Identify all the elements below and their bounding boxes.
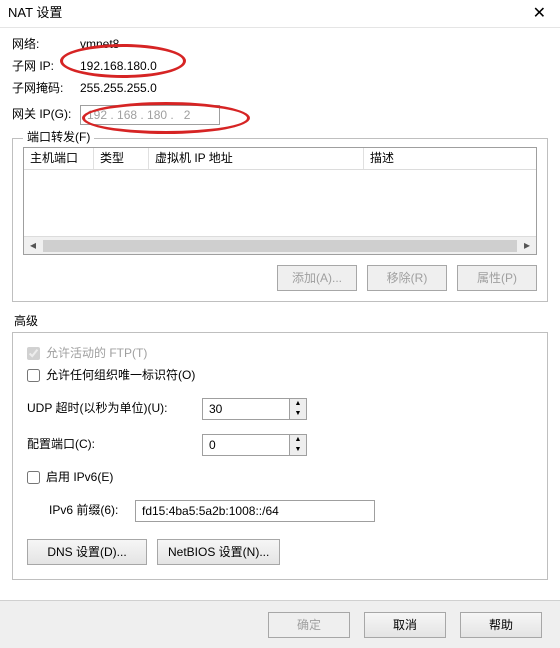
spinner-up-icon[interactable]: ▲ — [290, 435, 306, 445]
enable-ipv6-label: 启用 IPv6(E) — [46, 470, 113, 486]
config-port-input[interactable] — [203, 435, 289, 455]
label-network: 网络: — [12, 37, 80, 53]
value-network: vmnet8 — [80, 37, 119, 53]
netbios-settings-button[interactable]: NetBIOS 设置(N)... — [157, 539, 280, 565]
label-ipv6-prefix: IPv6 前缀(6): — [49, 503, 135, 519]
props-button[interactable]: 属性(P) — [457, 265, 537, 291]
group-advanced: 允许活动的 FTP(T) 允许任何组织唯一标识符(O) UDP 超时(以秒为单位… — [12, 332, 548, 580]
add-button[interactable]: 添加(A)... — [277, 265, 357, 291]
advanced-heading: 高级 — [14, 314, 548, 330]
title-bar: NAT 设置 ✕ — [0, 0, 560, 28]
table-body — [24, 170, 536, 236]
remove-button[interactable]: 移除(R) — [367, 265, 447, 291]
allow-any-oid-label: 允许任何组织唯一标识符(O) — [46, 368, 195, 384]
config-port-spinner[interactable]: ▲ ▼ — [202, 434, 307, 456]
close-icon[interactable]: ✕ — [527, 6, 552, 22]
dns-settings-button[interactable]: DNS 设置(D)... — [27, 539, 147, 565]
advanced-buttons: DNS 设置(D)... NetBIOS 设置(N)... — [27, 539, 533, 565]
table-header: 主机端口 类型 虚拟机 IP 地址 描述 — [24, 148, 536, 170]
table-h-scrollbar[interactable]: ◂ ▸ — [24, 236, 536, 254]
scroll-left-icon[interactable]: ◂ — [24, 238, 42, 254]
port-forward-table[interactable]: 主机端口 类型 虚拟机 IP 地址 描述 ◂ ▸ — [23, 147, 537, 255]
cancel-button[interactable]: 取消 — [364, 612, 446, 638]
row-ipv6-prefix: IPv6 前缀(6): — [49, 497, 533, 525]
col-type[interactable]: 类型 — [94, 148, 149, 169]
scroll-right-icon[interactable]: ▸ — [518, 238, 536, 254]
row-subnet-mask: 子网掩码: 255.255.255.0 — [12, 78, 548, 100]
allow-active-ftp-checkbox[interactable] — [27, 347, 40, 360]
col-desc[interactable]: 描述 — [364, 148, 536, 169]
col-host-port[interactable]: 主机端口 — [24, 148, 94, 169]
label-config-port: 配置端口(C): — [27, 437, 202, 453]
row-config-port: 配置端口(C): ▲ ▼ — [27, 431, 533, 459]
udp-timeout-input[interactable] — [203, 399, 289, 419]
help-button[interactable]: 帮助 — [460, 612, 542, 638]
spinner-up-icon[interactable]: ▲ — [290, 399, 306, 409]
udp-timeout-spinner[interactable]: ▲ ▼ — [202, 398, 307, 420]
checkbox-allow-any-oid[interactable]: 允许任何组织唯一标识符(O) — [27, 365, 533, 387]
col-vm-ip[interactable]: 虚拟机 IP 地址 — [149, 148, 364, 169]
gateway-input[interactable] — [80, 105, 220, 125]
value-subnet-ip: 192.168.180.0 — [80, 59, 157, 75]
spinner-down-icon[interactable]: ▼ — [290, 445, 306, 455]
dialog-footer: 确定 取消 帮助 — [0, 600, 560, 648]
allow-any-oid-checkbox[interactable] — [27, 369, 40, 382]
checkbox-allow-active-ftp[interactable]: 允许活动的 FTP(T) — [27, 343, 533, 365]
ipv6-prefix-input[interactable] — [135, 500, 375, 522]
enable-ipv6-checkbox[interactable] — [27, 471, 40, 484]
row-gateway: 网关 IP(G): — [12, 104, 548, 126]
ok-button[interactable]: 确定 — [268, 612, 350, 638]
value-subnet-mask: 255.255.255.0 — [80, 81, 157, 97]
scroll-track[interactable] — [43, 240, 517, 252]
row-udp-timeout: UDP 超时(以秒为单位)(U): ▲ ▼ — [27, 395, 533, 423]
label-subnet-mask: 子网掩码: — [12, 81, 80, 97]
label-subnet-ip: 子网 IP: — [12, 59, 80, 75]
group-title-port-forwarding: 端口转发(F) — [23, 130, 94, 146]
label-udp-timeout: UDP 超时(以秒为单位)(U): — [27, 401, 202, 417]
content: 网络: vmnet8 子网 IP: 192.168.180.0 子网掩码: 25… — [0, 28, 560, 580]
group-port-forwarding: 端口转发(F) 主机端口 类型 虚拟机 IP 地址 描述 ◂ ▸ 添加(A)..… — [12, 138, 548, 302]
checkbox-enable-ipv6[interactable]: 启用 IPv6(E) — [27, 467, 533, 489]
row-subnet-ip: 子网 IP: 192.168.180.0 — [12, 56, 548, 78]
allow-active-ftp-label: 允许活动的 FTP(T) — [46, 346, 147, 362]
row-network: 网络: vmnet8 — [12, 34, 548, 56]
window-title: NAT 设置 — [8, 5, 62, 22]
spinner-down-icon[interactable]: ▼ — [290, 409, 306, 419]
label-gateway: 网关 IP(G): — [12, 107, 80, 123]
port-forward-buttons: 添加(A)... 移除(R) 属性(P) — [23, 265, 537, 291]
